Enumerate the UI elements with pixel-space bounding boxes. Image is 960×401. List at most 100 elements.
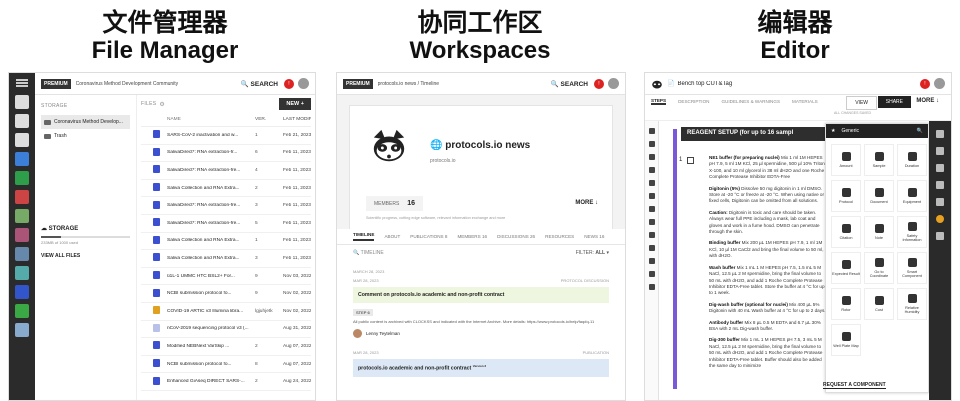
table-row[interactable]: SalivaDirect*: RNA extraction-fre... 4 Feb… [141, 162, 311, 180]
column-name[interactable]: NAME [167, 117, 255, 122]
file-name[interactable]: COVID-19 ARTIC v3 Illumina libra... [167, 309, 255, 314]
history-icon[interactable] [936, 181, 944, 189]
component-protocol[interactable]: Protocol [831, 180, 861, 212]
column-modified[interactable]: LAST MODIFIED [283, 117, 311, 122]
file-name[interactable]: ü1L-1 UMMC HTC BSL2+ For... [167, 274, 255, 279]
tool-icon[interactable] [648, 232, 655, 238]
file-name[interactable]: SARS-CoV-2 inactivation and w... [167, 133, 255, 138]
reagent-paragraph[interactable]: Antibody buffer Mix 8 µL 0.5 M EDTA and … [709, 320, 827, 333]
component-category[interactable]: Generic [841, 128, 859, 134]
tool-icon[interactable] [648, 180, 655, 186]
file-name[interactable]: SalivaDirect*: RNA extraction-fr... [167, 150, 255, 155]
workspace-icon[interactable] [15, 152, 29, 166]
workspace-icon[interactable] [15, 171, 29, 185]
feed-item-title[interactable]: Comment on protocols.io academic and non… [353, 287, 609, 303]
tab-discussions[interactable]: DISCUSSIONS 26 [497, 234, 535, 239]
step-content[interactable]: NE1 buffer (for preparing nuclei) Mix 1 … [709, 155, 827, 374]
workspace-icon[interactable] [15, 266, 29, 280]
table-row[interactable]: nCoV-2019 sequencing protocol v3 (... Aug… [141, 321, 311, 339]
tool-icon[interactable] [648, 245, 655, 251]
component-expected-result[interactable]: Expected Result [831, 252, 861, 284]
component-cost[interactable]: Cost [864, 288, 894, 320]
component-relative-humidity[interactable]: Relative Humidity [897, 288, 927, 320]
table-row[interactable]: NCBI submission protocol fo... 9 Nov 02, 2… [141, 285, 311, 303]
workspace-icon[interactable] [15, 323, 29, 337]
edit-icon[interactable] [936, 164, 944, 172]
tool-icon[interactable] [648, 258, 655, 264]
component-duration[interactable]: Duration [897, 144, 927, 176]
table-row[interactable]: ü1L-1 UMMC HTC BSL2+ For... 9 Nov 03, 2022… [141, 268, 311, 286]
file-name[interactable]: NCBI submission protocol fo... [167, 362, 255, 367]
avatar[interactable] [298, 78, 309, 89]
table-row[interactable]: SalivaDirect*: RNA extraction-fre... 5 Feb… [141, 215, 311, 233]
notification-icon[interactable]: ! [284, 78, 294, 89]
tab-timeline[interactable]: TIMELINE [353, 232, 375, 241]
component-well-plate-map[interactable]: Well Plate Map [831, 324, 861, 356]
tab-members[interactable]: MEMBERS 16 [457, 234, 487, 239]
tool-icon[interactable] [648, 128, 655, 134]
file-name[interactable]: NCBI submission protocol fo... [167, 291, 255, 296]
tool-icon[interactable] [648, 219, 655, 225]
component-safety-information[interactable]: Safety Information [897, 216, 927, 248]
file-name[interactable]: Modified NEBNext VarSkip ... [167, 344, 255, 349]
file-name[interactable]: Enhanced GiAseq DIRECT SARS-... [167, 379, 255, 384]
sidebar-icon[interactable] [15, 95, 29, 109]
tag-icon[interactable] [936, 198, 944, 206]
component-rotor[interactable]: Rotor [831, 288, 861, 320]
tool-icon[interactable] [648, 284, 655, 290]
file-name[interactable]: Saliva Collection and RNA Extra... [167, 238, 255, 243]
tab-description[interactable]: DESCRIPTION [678, 99, 709, 104]
component-smart-component[interactable]: Smart Component [897, 252, 927, 284]
reagent-paragraph[interactable]: Digitonin (5%) Dissolve 50 mg digitonin … [709, 186, 827, 205]
search-button[interactable]: 🔍 SEARCH [241, 80, 278, 88]
workspace-icon[interactable] [15, 190, 29, 204]
table-row[interactable]: Saliva Collection and RNA Extra... 1 Feb 1… [141, 233, 311, 251]
component-note[interactable]: Note [864, 216, 894, 248]
more-button[interactable]: MORE ↓ [575, 200, 598, 206]
tool-icon[interactable] [648, 167, 655, 173]
table-row[interactable]: Modified NEBNext VarSkip ... 2 Aug 07, 202… [141, 338, 311, 356]
component-citation[interactable]: Citation [831, 216, 861, 248]
tab-about[interactable]: ABOUT [384, 234, 400, 239]
gear-icon[interactable]: ⚙ [159, 101, 164, 108]
share-button[interactable]: SHARE [877, 96, 911, 108]
tool-icon[interactable] [648, 271, 655, 277]
group-url[interactable]: protocols.io [430, 158, 456, 164]
workspace-icon[interactable] [15, 209, 29, 223]
tab-publications[interactable]: PUBLICATIONS 8 [410, 234, 447, 239]
tool-icon[interactable] [648, 141, 655, 147]
tab-resources[interactable]: RESOURCES [545, 234, 574, 239]
reagent-paragraph[interactable]: Dig-wash buffer (optional for nuclei) Mi… [709, 302, 827, 315]
timeline-search-input[interactable]: TIMELINE [361, 250, 384, 256]
protocol-title[interactable]: Bench top CUT&Tag [677, 81, 914, 87]
workspace-icon[interactable] [15, 228, 29, 242]
table-row[interactable]: COVID-19 ARTIC v3 Illumina libra... lgjuh… [141, 303, 311, 321]
color-icon[interactable] [936, 215, 944, 223]
table-row[interactable]: SARS-CoV-2 inactivation and w... 1 Feb 21,… [141, 127, 311, 145]
raccoon-logo-icon[interactable] [651, 78, 663, 90]
notification-icon[interactable]: ! [920, 78, 930, 89]
file-name[interactable]: SalivaDirect*: RNA extraction-fre... [167, 168, 255, 173]
feed-user[interactable]: Lenny Teytelman [353, 329, 609, 338]
table-row[interactable]: Saliva Collection and RNA Extra... 2 Feb 1… [141, 180, 311, 198]
view-all-files-link[interactable]: VIEW ALL FILES [41, 253, 130, 259]
component-document[interactable]: Document [864, 180, 894, 212]
tool-icon[interactable] [648, 154, 655, 160]
menu-icon[interactable] [16, 79, 28, 87]
workspace-icon[interactable] [15, 247, 29, 261]
avatar[interactable] [934, 78, 945, 89]
doc-icon[interactable] [15, 133, 29, 147]
step-checkbox[interactable] [687, 157, 694, 164]
table-row[interactable]: NCBI submission protocol fo... 8 Aug 07, 2… [141, 356, 311, 374]
settings-icon[interactable] [936, 232, 944, 240]
avatar[interactable] [608, 78, 619, 89]
workspace-icon[interactable] [15, 285, 29, 299]
request-component-link[interactable]: REQUEST A COMPONENT [823, 382, 886, 389]
workspace-title[interactable]: Coronavirus Method Development Community [76, 81, 235, 87]
feed-item-title[interactable]: protocols.io academic and non-profit con… [353, 359, 609, 377]
folder-item[interactable]: Coronavirus Method Develop... [41, 115, 130, 129]
component-equipment[interactable]: Equipment [897, 180, 927, 212]
members-count[interactable]: MEMBERS 16 [366, 196, 424, 211]
tab-guidelines[interactable]: GUIDELINES & WARNINGS [721, 99, 780, 104]
notification-icon[interactable]: ! [594, 78, 604, 89]
